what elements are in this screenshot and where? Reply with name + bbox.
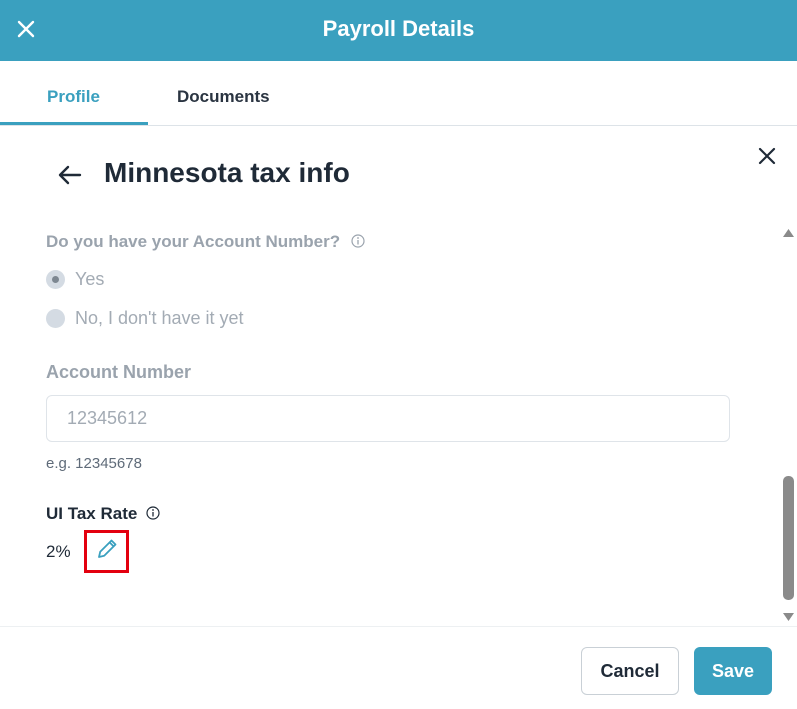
ui-tax-rate-value: 2%: [46, 542, 71, 561]
cancel-button[interactable]: Cancel: [581, 647, 679, 695]
ui-tax-rate-heading: UI Tax Rate: [46, 504, 160, 525]
account-number-field-wrapper: [46, 395, 730, 442]
account-question-label: Do you have your Account Number?: [46, 232, 341, 251]
ui-tax-rate-label: UI Tax Rate: [46, 504, 138, 523]
scrollbar-thumb[interactable]: [783, 476, 794, 600]
pencil-icon: [95, 537, 119, 566]
info-icon[interactable]: [351, 233, 365, 253]
edit-tax-rate-button[interactable]: [84, 530, 129, 573]
app-header: Payroll Details: [0, 0, 797, 61]
account-question: Do you have your Account Number?: [46, 232, 365, 253]
account-number-label: Account Number: [46, 362, 192, 382]
tab-profile[interactable]: Profile: [47, 87, 100, 107]
section-title: Minnesota tax info: [104, 157, 350, 188]
account-number-input[interactable]: [47, 396, 729, 441]
panel-close-icon[interactable]: [756, 145, 778, 167]
radio-button[interactable]: [46, 309, 65, 328]
back-arrow-icon[interactable]: [57, 163, 83, 187]
tab-documents[interactable]: Documents: [177, 87, 270, 107]
active-tab-indicator: [0, 122, 148, 125]
radio-label: No, I don't have it yet: [75, 308, 244, 328]
info-icon[interactable]: [146, 505, 160, 525]
account-number-hint: e.g. 12345678: [46, 455, 142, 472]
tab-bar: Profile Documents: [0, 61, 797, 126]
footer-divider: [0, 626, 797, 627]
scroll-up-arrow-icon[interactable]: [782, 226, 795, 244]
scrollbar[interactable]: [782, 226, 795, 624]
radio-option-no[interactable]: No, I don't have it yet: [46, 308, 244, 329]
page-title: Payroll Details: [322, 16, 475, 41]
radio-label: Yes: [75, 269, 105, 289]
radio-button-selected[interactable]: [46, 270, 65, 289]
radio-option-yes[interactable]: Yes: [46, 269, 104, 290]
save-button[interactable]: Save: [694, 647, 772, 695]
